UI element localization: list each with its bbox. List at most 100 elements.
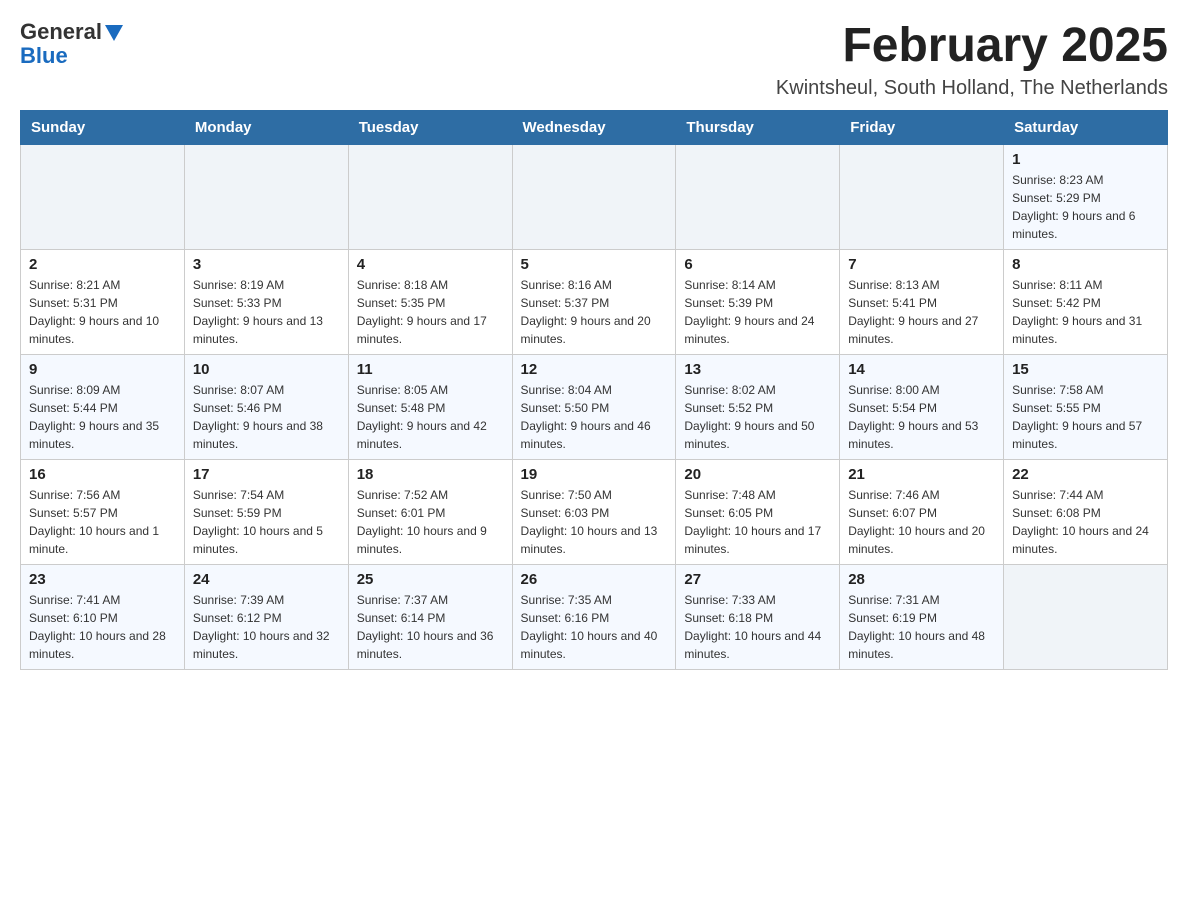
calendar-week-row: 16 Sunrise: 7:56 AM Sunset: 5:57 PM Dayli… (21, 459, 1168, 564)
day-number: 13 (684, 361, 831, 378)
calendar-cell (1004, 564, 1168, 669)
calendar-cell: 22 Sunrise: 7:44 AM Sunset: 6:08 PM Dayli… (1004, 459, 1168, 564)
calendar-cell (676, 144, 840, 249)
calendar-table: SundayMondayTuesdayWednesdayThursdayFrid… (20, 110, 1168, 670)
day-info: Sunrise: 8:07 AM Sunset: 5:46 PM Dayligh… (193, 381, 340, 453)
calendar-week-row: 2 Sunrise: 8:21 AM Sunset: 5:31 PM Daylig… (21, 249, 1168, 354)
day-info: Sunrise: 7:39 AM Sunset: 6:12 PM Dayligh… (193, 591, 340, 663)
day-info: Sunrise: 8:04 AM Sunset: 5:50 PM Dayligh… (521, 381, 668, 453)
calendar-cell: 11 Sunrise: 8:05 AM Sunset: 5:48 PM Dayli… (348, 354, 512, 459)
calendar-cell: 21Sunrise: 7:46 AM Sunset: 6:07 PM Dayli… (840, 459, 1004, 564)
logo-blue: Blue (20, 43, 68, 68)
calendar-cell: 19 Sunrise: 7:50 AM Sunset: 6:03 PM Dayli… (512, 459, 676, 564)
calendar-cell: 1 Sunrise: 8:23 AM Sunset: 5:29 PM Daylig… (1004, 144, 1168, 249)
day-info: Sunrise: 7:56 AM Sunset: 5:57 PM Dayligh… (29, 486, 176, 558)
calendar-cell: 15 Sunrise: 7:58 AM Sunset: 5:55 PM Dayli… (1004, 354, 1168, 459)
calendar-cell: 6Sunrise: 8:14 AM Sunset: 5:39 PM Daylig… (676, 249, 840, 354)
day-info: Sunrise: 8:18 AM Sunset: 5:35 PM Dayligh… (357, 276, 504, 348)
day-info: Sunrise: 7:54 AM Sunset: 5:59 PM Dayligh… (193, 486, 340, 558)
day-number: 20 (684, 466, 831, 483)
day-number: 26 (521, 571, 668, 588)
day-number: 2 (29, 256, 176, 273)
day-info: Sunrise: 7:58 AM Sunset: 5:55 PM Dayligh… (1012, 381, 1159, 453)
day-info: Sunrise: 8:14 AM Sunset: 5:39 PM Dayligh… (684, 276, 831, 348)
day-info: Sunrise: 8:09 AM Sunset: 5:44 PM Dayligh… (29, 381, 176, 453)
day-number: 19 (521, 466, 668, 483)
calendar-header-monday: Monday (184, 110, 348, 144)
location-subtitle: Kwintsheul, South Holland, The Netherlan… (776, 77, 1168, 100)
day-info: Sunrise: 8:19 AM Sunset: 5:33 PM Dayligh… (193, 276, 340, 348)
calendar-cell (840, 144, 1004, 249)
day-number: 15 (1012, 361, 1159, 378)
day-number: 22 (1012, 466, 1159, 483)
day-info: Sunrise: 7:50 AM Sunset: 6:03 PM Dayligh… (521, 486, 668, 558)
calendar-cell: 10 Sunrise: 8:07 AM Sunset: 5:46 PM Dayli… (184, 354, 348, 459)
day-number: 16 (29, 466, 176, 483)
logo-general: General (20, 20, 102, 44)
calendar-header-tuesday: Tuesday (348, 110, 512, 144)
day-info: Sunrise: 7:33 AM Sunset: 6:18 PM Dayligh… (684, 591, 831, 663)
calendar-cell (184, 144, 348, 249)
day-info: Sunrise: 7:44 AM Sunset: 6:08 PM Dayligh… (1012, 486, 1159, 558)
calendar-cell (348, 144, 512, 249)
day-info: Sunrise: 7:41 AM Sunset: 6:10 PM Dayligh… (29, 591, 176, 663)
day-info: Sunrise: 7:37 AM Sunset: 6:14 PM Dayligh… (357, 591, 504, 663)
calendar-week-row: 9Sunrise: 8:09 AM Sunset: 5:44 PM Daylig… (21, 354, 1168, 459)
day-info: Sunrise: 8:05 AM Sunset: 5:48 PM Dayligh… (357, 381, 504, 453)
calendar-cell: 4 Sunrise: 8:18 AM Sunset: 5:35 PM Daylig… (348, 249, 512, 354)
calendar-cell: 5 Sunrise: 8:16 AM Sunset: 5:37 PM Daylig… (512, 249, 676, 354)
calendar-week-row: 1 Sunrise: 8:23 AM Sunset: 5:29 PM Daylig… (21, 144, 1168, 249)
calendar-cell: 16 Sunrise: 7:56 AM Sunset: 5:57 PM Dayli… (21, 459, 185, 564)
day-number: 27 (684, 571, 831, 588)
calendar-cell: 7Sunrise: 8:13 AM Sunset: 5:41 PM Daylig… (840, 249, 1004, 354)
day-info: Sunrise: 8:23 AM Sunset: 5:29 PM Dayligh… (1012, 171, 1159, 243)
calendar-header-friday: Friday (840, 110, 1004, 144)
day-info: Sunrise: 8:11 AM Sunset: 5:42 PM Dayligh… (1012, 276, 1159, 348)
day-info: Sunrise: 7:52 AM Sunset: 6:01 PM Dayligh… (357, 486, 504, 558)
day-number: 24 (193, 571, 340, 588)
calendar-header-saturday: Saturday (1004, 110, 1168, 144)
day-info: Sunrise: 7:31 AM Sunset: 6:19 PM Dayligh… (848, 591, 995, 663)
calendar-cell: 27 Sunrise: 7:33 AM Sunset: 6:18 PM Dayli… (676, 564, 840, 669)
calendar-cell: 2 Sunrise: 8:21 AM Sunset: 5:31 PM Daylig… (21, 249, 185, 354)
calendar-week-row: 23 Sunrise: 7:41 AM Sunset: 6:10 PM Dayli… (21, 564, 1168, 669)
calendar-cell (21, 144, 185, 249)
calendar-cell: 13 Sunrise: 8:02 AM Sunset: 5:52 PM Dayli… (676, 354, 840, 459)
day-number: 1 (1012, 151, 1159, 168)
day-number: 25 (357, 571, 504, 588)
day-info: Sunrise: 8:21 AM Sunset: 5:31 PM Dayligh… (29, 276, 176, 348)
day-info: Sunrise: 7:46 AM Sunset: 6:07 PM Dayligh… (848, 486, 995, 558)
day-info: Sunrise: 8:00 AM Sunset: 5:54 PM Dayligh… (848, 381, 995, 453)
calendar-cell: 18 Sunrise: 7:52 AM Sunset: 6:01 PM Dayli… (348, 459, 512, 564)
day-info: Sunrise: 7:48 AM Sunset: 6:05 PM Dayligh… (684, 486, 831, 558)
page-header: General Blue February 2025 Kwintsheul, S… (20, 20, 1168, 100)
calendar-cell: 8 Sunrise: 8:11 AM Sunset: 5:42 PM Daylig… (1004, 249, 1168, 354)
day-number: 5 (521, 256, 668, 273)
calendar-cell: 25 Sunrise: 7:37 AM Sunset: 6:14 PM Dayli… (348, 564, 512, 669)
day-number: 10 (193, 361, 340, 378)
calendar-cell (512, 144, 676, 249)
day-number: 11 (357, 361, 504, 378)
logo: General Blue (20, 20, 123, 68)
day-info: Sunrise: 7:35 AM Sunset: 6:16 PM Dayligh… (521, 591, 668, 663)
calendar-cell: 12 Sunrise: 8:04 AM Sunset: 5:50 PM Dayli… (512, 354, 676, 459)
title-block: February 2025 Kwintsheul, South Holland,… (776, 20, 1168, 100)
day-number: 23 (29, 571, 176, 588)
day-info: Sunrise: 8:16 AM Sunset: 5:37 PM Dayligh… (521, 276, 668, 348)
month-year-title: February 2025 (776, 20, 1168, 73)
day-number: 28 (848, 571, 995, 588)
day-number: 4 (357, 256, 504, 273)
calendar-cell: 9Sunrise: 8:09 AM Sunset: 5:44 PM Daylig… (21, 354, 185, 459)
calendar-header-row: SundayMondayTuesdayWednesdayThursdayFrid… (21, 110, 1168, 144)
day-number: 17 (193, 466, 340, 483)
day-number: 3 (193, 256, 340, 273)
calendar-cell: 23 Sunrise: 7:41 AM Sunset: 6:10 PM Dayli… (21, 564, 185, 669)
day-number: 12 (521, 361, 668, 378)
calendar-cell: 24 Sunrise: 7:39 AM Sunset: 6:12 PM Dayli… (184, 564, 348, 669)
day-number: 8 (1012, 256, 1159, 273)
day-number: 18 (357, 466, 504, 483)
calendar-header-thursday: Thursday (676, 110, 840, 144)
day-info: Sunrise: 8:02 AM Sunset: 5:52 PM Dayligh… (684, 381, 831, 453)
calendar-header-sunday: Sunday (21, 110, 185, 144)
calendar-cell: 14Sunrise: 8:00 AM Sunset: 5:54 PM Dayli… (840, 354, 1004, 459)
